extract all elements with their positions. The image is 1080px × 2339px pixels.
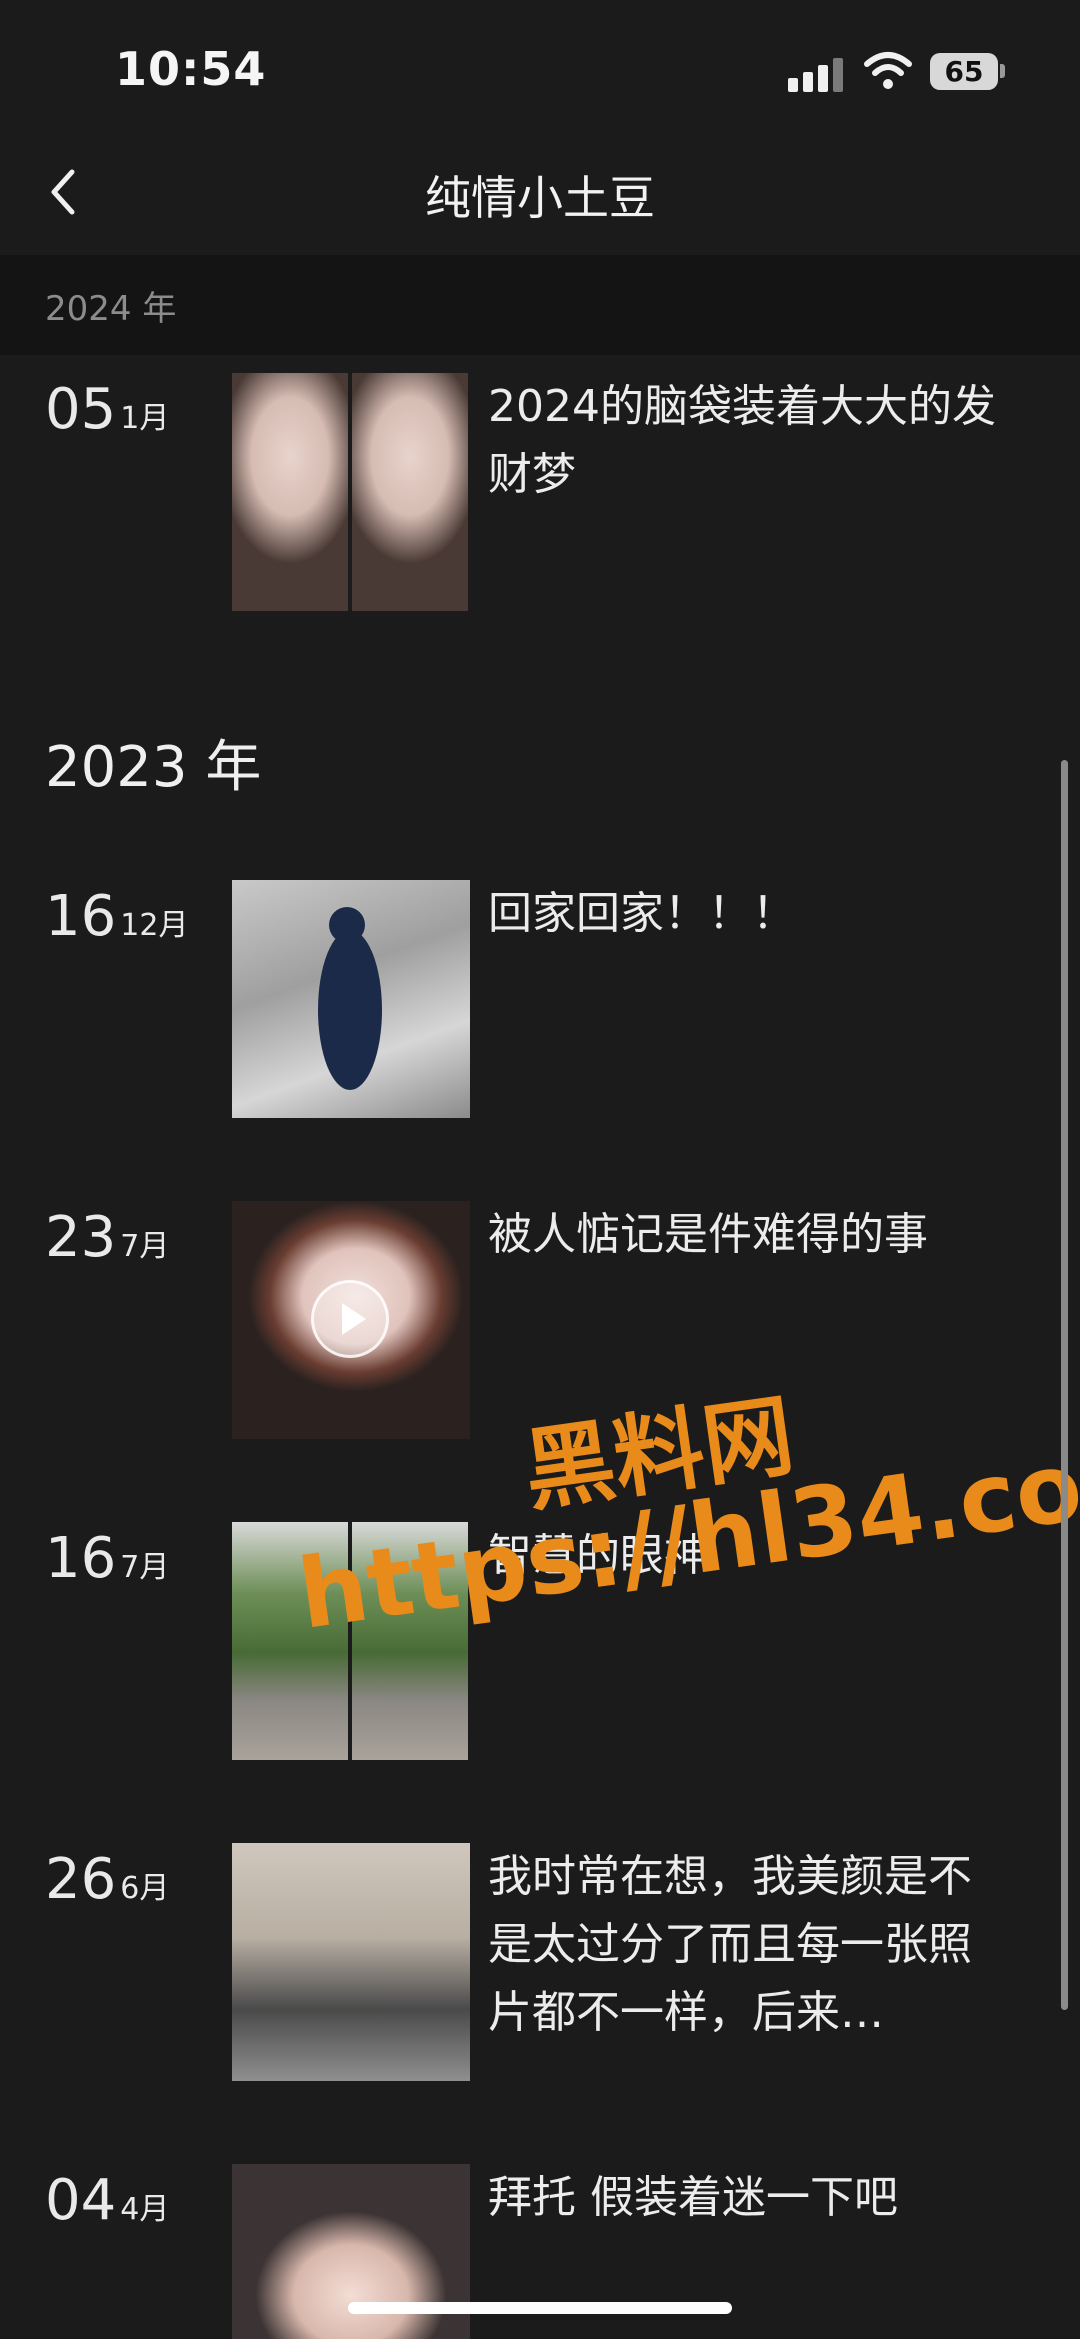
thumbnail-image-left — [232, 373, 348, 611]
post-caption: 回家回家！！！ — [488, 888, 796, 939]
home-indicator[interactable] — [348, 2302, 732, 2314]
entry-day: 04 — [45, 2168, 117, 2233]
entry-date: 23 7月 — [45, 1205, 169, 1270]
post-caption: 我时常在想，我美颜是不是太过分了而且每一张照片都不一样，后来… — [488, 1851, 972, 2038]
entry-day: 23 — [45, 1205, 117, 1270]
entry-day: 16 — [45, 884, 117, 949]
play-icon[interactable] — [311, 1280, 389, 1358]
cellular-signal-icon — [788, 56, 844, 92]
sticky-year-header: 2024 年 — [0, 255, 1080, 355]
timeline-entry[interactable]: 05 1月 2024的脑袋装着大大的发财梦 — [0, 373, 1080, 613]
post-thumbnail[interactable] — [232, 1843, 470, 2081]
thumbnail-image-right — [352, 373, 468, 611]
scrollbar[interactable] — [1061, 760, 1068, 2010]
shadow-figure-image — [318, 907, 382, 1090]
entry-month: 1月 — [120, 401, 170, 436]
entry-day: 16 — [45, 1526, 117, 1591]
wifi-icon — [864, 52, 912, 89]
entry-month: 7月 — [120, 1229, 170, 1264]
status-bar: 10:54 65 — [0, 0, 1080, 140]
entry-date: 26 6月 — [45, 1847, 169, 1912]
entry-month: 7月 — [120, 1550, 170, 1585]
entry-month: 4月 — [120, 2192, 170, 2227]
timeline-entry[interactable]: 16 12月 回家回家！！！ — [0, 880, 1080, 1120]
entry-month: 6月 — [120, 1871, 170, 1906]
nav-header: 纯情小土豆 — [0, 140, 1080, 255]
sticky-year-label: 2024 年 — [45, 289, 177, 329]
entry-date: 16 12月 — [45, 884, 188, 949]
entry-month: 12月 — [120, 908, 189, 943]
post-thumbnail[interactable] — [232, 880, 470, 1118]
battery-tip — [1000, 64, 1005, 78]
timeline-entry[interactable]: 26 6月 我时常在想，我美颜是不是太过分了而且每一张照片都不一样，后来… — [0, 1843, 1080, 2083]
video-thumbnail[interactable] — [232, 1201, 470, 1439]
entry-date: 16 7月 — [45, 1526, 169, 1591]
timeline-page: 10:54 65 纯情小土豆 2024 年 05 1月 2024的脑袋装着大大的… — [0, 0, 1080, 2339]
entry-day: 05 — [45, 377, 117, 442]
entry-day: 26 — [45, 1847, 117, 1912]
post-caption: 被人惦记是件难得的事 — [488, 1209, 928, 1260]
status-time: 10:54 — [115, 42, 267, 96]
post-caption: 2024的脑袋装着大大的发财梦 — [488, 381, 996, 500]
post-caption: 拜托 假装着迷一下吧 — [488, 2172, 898, 2223]
battery-icon: 65 — [930, 53, 998, 90]
page-title: 纯情小土豆 — [425, 171, 655, 225]
entry-date: 05 1月 — [45, 377, 169, 442]
post-thumbnail[interactable] — [232, 373, 470, 611]
year-section-heading: 2023 年 — [45, 735, 262, 800]
entry-date: 04 4月 — [45, 2168, 169, 2233]
